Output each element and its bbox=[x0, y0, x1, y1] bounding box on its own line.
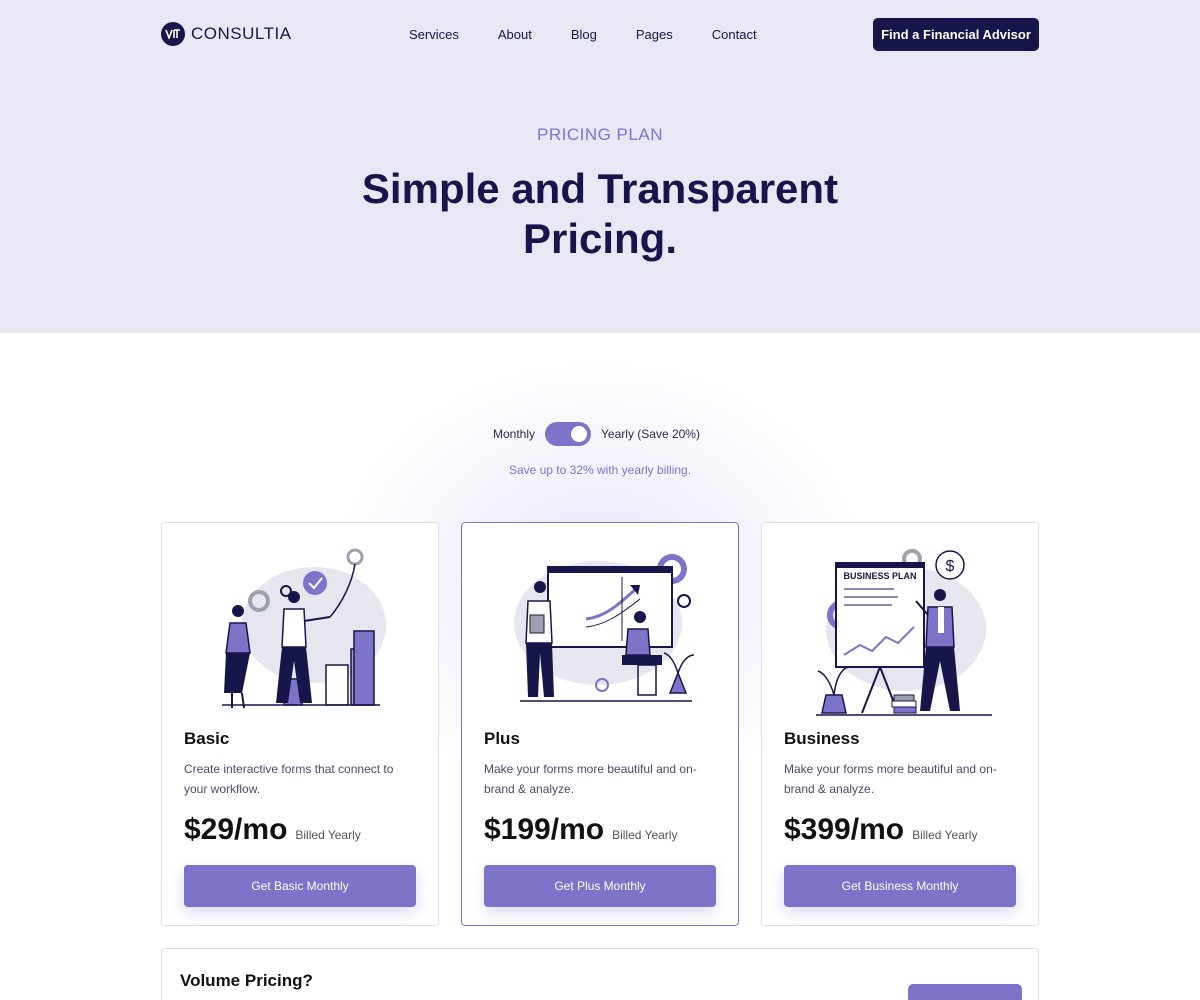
nav-contact[interactable]: Contact bbox=[712, 27, 757, 42]
get-business-button[interactable]: Get Business Monthly bbox=[784, 865, 1016, 907]
billing-period: Billed Yearly bbox=[912, 828, 978, 842]
billing-switch[interactable] bbox=[545, 422, 592, 446]
brand-name: CONSULTIA bbox=[191, 24, 292, 43]
billing-toggle: Monthly Yearly (Save 20%) bbox=[493, 422, 700, 446]
plan-price: $199/mo bbox=[484, 813, 605, 846]
price-row: $29/mo Billed Yearly bbox=[184, 813, 361, 847]
presentation-meeting-illustration bbox=[514, 554, 695, 702]
get-plus-button[interactable]: Get Plus Monthly bbox=[484, 865, 716, 907]
main-nav: Services About Blog Pages Contact bbox=[409, 27, 757, 42]
get-basic-button[interactable]: Get Basic Monthly bbox=[184, 865, 416, 907]
brand-logo[interactable]: CONSULTIA bbox=[161, 22, 292, 46]
switch-knob bbox=[571, 426, 588, 442]
find-advisor-button[interactable]: Find a Financial Advisor bbox=[873, 18, 1039, 51]
plan-description: Make your forms more beautiful and on-br… bbox=[484, 762, 697, 796]
price-row: $199/mo Billed Yearly bbox=[484, 813, 677, 847]
plan-name: Basic bbox=[184, 729, 230, 748]
monthly-label[interactable]: Monthly bbox=[493, 427, 535, 441]
plan-card-plus: Plus Make your forms more beautiful and … bbox=[461, 522, 739, 926]
plan-price: $399/mo bbox=[784, 813, 905, 846]
nav-pages[interactable]: Pages bbox=[636, 27, 673, 42]
board-title: BUSINESS PLAN bbox=[843, 571, 916, 581]
plan-description: Make your forms more beautiful and on-br… bbox=[784, 762, 997, 796]
business-plan-board-illustration: BUSINESS PLAN $ bbox=[816, 549, 992, 716]
logo-icon bbox=[161, 22, 185, 46]
plan-card-business: BUSINESS PLAN $ Business Make your forms… bbox=[761, 522, 1039, 926]
plan-price: $29/mo bbox=[184, 813, 288, 846]
savings-note: Save up to 32% with yearly billing. bbox=[508, 463, 692, 477]
volume-pricing-button[interactable] bbox=[908, 984, 1022, 1000]
hero-section: CONSULTIA Services About Blog Pages Cont… bbox=[0, 0, 1200, 333]
section-eyebrow: PRICING PLAN bbox=[537, 125, 663, 144]
volume-pricing-title: Volume Pricing? bbox=[180, 971, 313, 990]
yearly-label[interactable]: Yearly (Save 20%) bbox=[601, 427, 700, 441]
plan-name: Business bbox=[784, 729, 860, 748]
plan-card-basic: Basic Create interactive forms that conn… bbox=[161, 522, 439, 926]
dollar-sign-icon: $ bbox=[946, 558, 955, 575]
price-row: $399/mo Billed Yearly bbox=[784, 813, 977, 847]
billing-period: Billed Yearly bbox=[612, 828, 678, 842]
nav-blog[interactable]: Blog bbox=[571, 27, 597, 42]
team-growth-chart-illustration bbox=[222, 548, 386, 709]
billing-period: Billed Yearly bbox=[295, 828, 361, 842]
plan-name: Plus bbox=[484, 729, 520, 748]
nav-services[interactable]: Services bbox=[409, 27, 459, 42]
volume-pricing-card: Volume Pricing? bbox=[161, 948, 1039, 1000]
plan-description: Create interactive forms that connect to… bbox=[184, 762, 394, 796]
page-title: Simple and Transparent Pricing. bbox=[361, 165, 839, 262]
nav-about[interactable]: About bbox=[498, 27, 532, 42]
